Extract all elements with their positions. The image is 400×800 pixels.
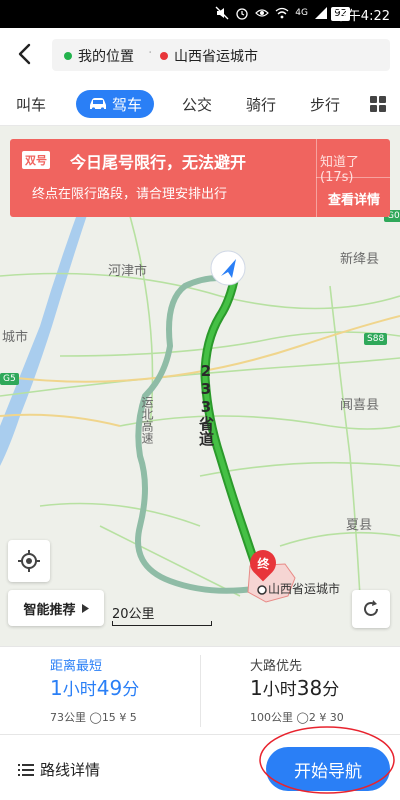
status-bar: 4G 92 下午4:22 [0,0,400,28]
route-option-main-roads[interactable]: 大路优先 1小时38分 100公里 ◯2 ¥ 30 [200,647,400,735]
tab-walk[interactable]: 步行 [310,94,340,115]
smart-recommend-button[interactable]: 智能推荐 [8,590,104,626]
route-dots: · [148,45,153,61]
car-icon [89,98,106,111]
traffic-light-icon: ◯ [296,711,309,724]
origin-dot-icon [64,52,72,60]
wifi-icon [275,7,289,19]
map-label-city-left: 城市 [2,330,29,345]
dismiss-banner-button[interactable]: 知道了(17s) [320,151,390,185]
route-option-shortest[interactable]: 距离最短 1小时49分 73公里 ◯15 ¥ 5 [0,647,200,735]
route-details-button[interactable]: 路线详情 [18,759,100,780]
map-scale-bar [112,621,212,626]
back-arrow-icon[interactable] [10,39,40,69]
transport-mode-tabs: 叫车 驾车 公交 骑行 步行 [0,82,400,126]
route-duration: 1小时49分 [50,676,140,700]
tab-taxi[interactable]: 叫车 [16,94,46,115]
road-label-233: 233省道 [197,362,215,446]
route-tag: 大路优先 [250,659,303,674]
destination-field[interactable]: 山西省运城市 [160,46,258,66]
status-icons: 4G [215,6,328,20]
signal-icon [315,7,327,19]
map-label-wenxi: 闻喜县 [340,398,380,413]
smart-recommend-label: 智能推荐 [23,602,76,618]
list-icon [18,763,34,776]
destination-dot-icon [160,52,168,60]
start-navigation-button[interactable]: 开始导航 [266,747,390,791]
map-label-destination: 山西省运城市 [268,582,341,596]
map-scale-label: 20公里 [112,607,155,622]
route-meta: 73公里 ◯15 ¥ 5 [50,711,137,724]
traffic-light-icon: ◯ [89,711,102,724]
traffic-restriction-banner: 双号 今日尾号限行，无法避开 终点在限行路段，请合理安排出行 知道了(17s) … [10,139,390,217]
route-options: 距离最短 1小时49分 73公里 ◯15 ¥ 5 大路优先 1小时38分 100… [0,646,400,734]
view-details-button[interactable]: 查看详情 [328,189,380,208]
route-details-label: 路线详情 [40,761,101,779]
tab-bike[interactable]: 骑行 [246,94,276,115]
plate-restriction-tag: 双号 [22,151,50,169]
play-triangle-icon [81,603,89,613]
road-label-expressway: 运北高速 [140,396,154,444]
current-location-marker [210,250,246,286]
destination-pin-icon [257,585,267,595]
tab-drive[interactable]: 驾车 [76,90,154,118]
network-label: 4G [295,8,308,18]
locate-me-button[interactable] [8,540,50,582]
origin-field[interactable]: 我的位置 [64,46,134,66]
route-duration: 1小时38分 [250,676,340,700]
destination-label: 山西省运城市 [174,49,258,65]
route-tag: 距离最短 [50,659,103,674]
crosshair-icon [18,550,40,572]
start-navigation-label: 开始导航 [294,761,362,782]
eye-icon [255,9,270,17]
refresh-icon [364,600,378,616]
banner-divider [316,139,317,217]
restriction-title: 今日尾号限行，无法避开 [70,153,247,172]
origin-label: 我的位置 [78,49,134,65]
alarm-icon [236,8,248,20]
route-header: 我的位置 · 山西省运城市 [0,28,400,82]
tab-drive-label: 驾车 [111,95,142,114]
tab-bus[interactable]: 公交 [182,94,212,115]
map-label-xiaxian: 夏县 [346,518,373,533]
more-modes-grid-icon[interactable] [370,96,386,112]
map-label-hejin: 河津市 [108,264,148,279]
bottom-action-bar: 路线详情 开始导航 [0,734,400,800]
end-marker-label: 终 [256,556,270,571]
map-label-xinjiang: 新绛县 [340,252,380,267]
refresh-route-button[interactable] [352,590,390,628]
restriction-subtitle: 终点在限行路段，请合理安排出行 [32,187,228,202]
muted-icon [215,6,229,20]
route-endpoints[interactable]: 我的位置 · 山西省运城市 [52,39,390,71]
route-meta: 100公里 ◯2 ¥ 30 [250,711,344,724]
road-sign-s88: S88 [364,333,388,345]
status-time: 下午4:22 [334,9,390,24]
road-sign-g5: G5 [0,373,19,385]
